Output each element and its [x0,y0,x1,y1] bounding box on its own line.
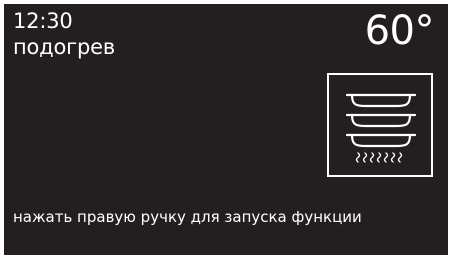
oven-display-screen: 12:30 подогрев 60° нажать правую ручку д… [4,4,448,255]
plate-top-body [350,93,412,108]
mode-label: подогрев [13,35,116,59]
plate-warming-icon [345,93,417,163]
temperature-value: 60° [364,8,435,54]
heat-waves-icon [355,152,403,163]
plate-bottom-body [350,133,412,148]
function-icon-box [327,73,433,177]
clock-time: 12:30 [13,9,73,33]
plate-middle-body [350,113,412,128]
instruction-text: нажать правую ручку для запуска функции [13,208,362,226]
